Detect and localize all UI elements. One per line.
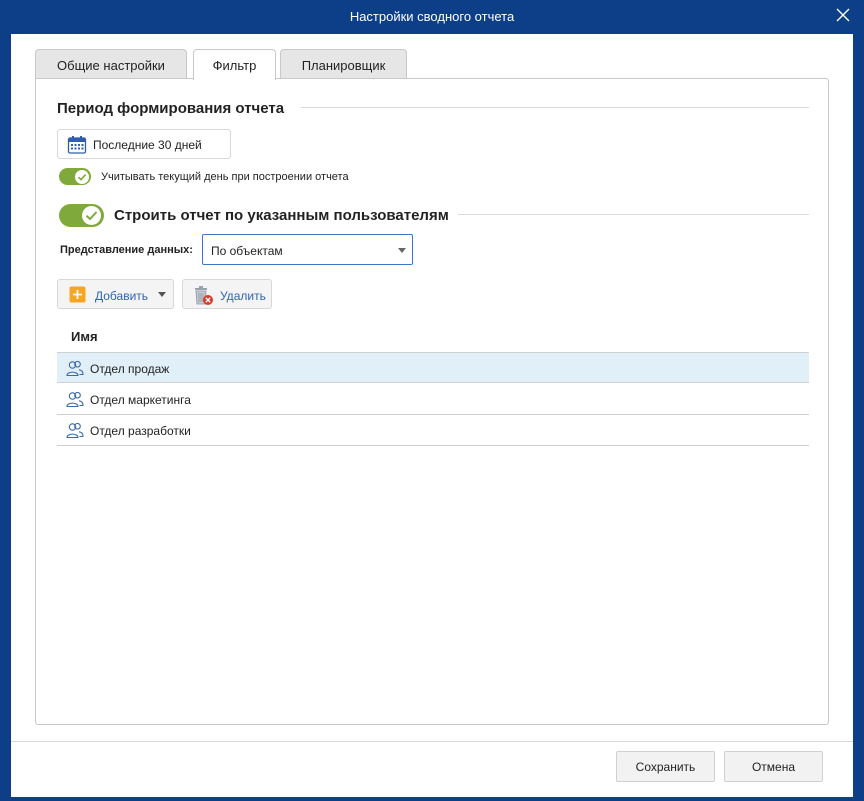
dialog-body: Общие настройки Фильтр Планировщик Перио… [11,34,853,797]
chevron-down-icon[interactable] [158,292,166,297]
filter-panel: Период формирования отчета Последние 30 … [35,78,829,725]
representation-label: Представление данных: [60,244,193,256]
group-icon [66,360,84,377]
chevron-down-icon [398,248,406,253]
trash-icon [195,286,213,305]
tab-scheduler[interactable]: Планировщик [280,49,407,79]
check-icon [85,211,98,221]
users-filter-title: Строить отчет по указанным пользователям [114,207,449,224]
include-today-toggle[interactable] [59,168,91,185]
representation-select[interactable]: По объектам [202,234,413,265]
divider [301,107,809,108]
period-section-title: Период формирования отчета [57,100,285,117]
toggle-knob [75,169,89,184]
toggle-knob [82,206,101,225]
window-title: Настройки сводного отчета [349,9,515,24]
footer-divider [11,741,853,742]
representation-value: По объектам [211,244,283,258]
add-button-label: Добавить [95,289,149,303]
tab-general[interactable]: Общие настройки [35,49,187,79]
tab-filter[interactable]: Фильтр [193,49,276,80]
check-icon [77,173,87,181]
list-item-name: Отдел маркетинга [90,393,191,407]
list-item[interactable]: Отдел разработки [57,415,809,446]
include-today-label: Учитывать текущий день при построении от… [101,171,349,183]
group-icon [66,391,84,408]
save-button[interactable]: Сохранить [616,751,715,782]
group-icon [66,422,84,439]
list-item[interactable]: Отдел продаж [57,352,809,383]
users-filter-toggle[interactable] [59,204,104,227]
delete-button[interactable]: Удалить [182,279,272,309]
plus-icon [69,286,86,303]
divider [458,214,809,215]
calendar-icon [67,136,87,154]
close-icon[interactable] [836,8,850,22]
period-button-label: Последние 30 дней [93,138,202,152]
add-button[interactable]: Добавить [57,279,174,309]
list-item[interactable]: Отдел маркетинга [57,384,809,415]
list-item-name: Отдел разработки [90,424,191,438]
cancel-button[interactable]: Отмена [724,751,823,782]
delete-button-label: Удалить [220,289,266,303]
title-bar: Настройки сводного отчета [0,0,864,34]
period-button[interactable]: Последние 30 дней [57,129,231,159]
list-item-name: Отдел продаж [90,362,170,376]
column-header-name[interactable]: Имя [71,329,98,344]
